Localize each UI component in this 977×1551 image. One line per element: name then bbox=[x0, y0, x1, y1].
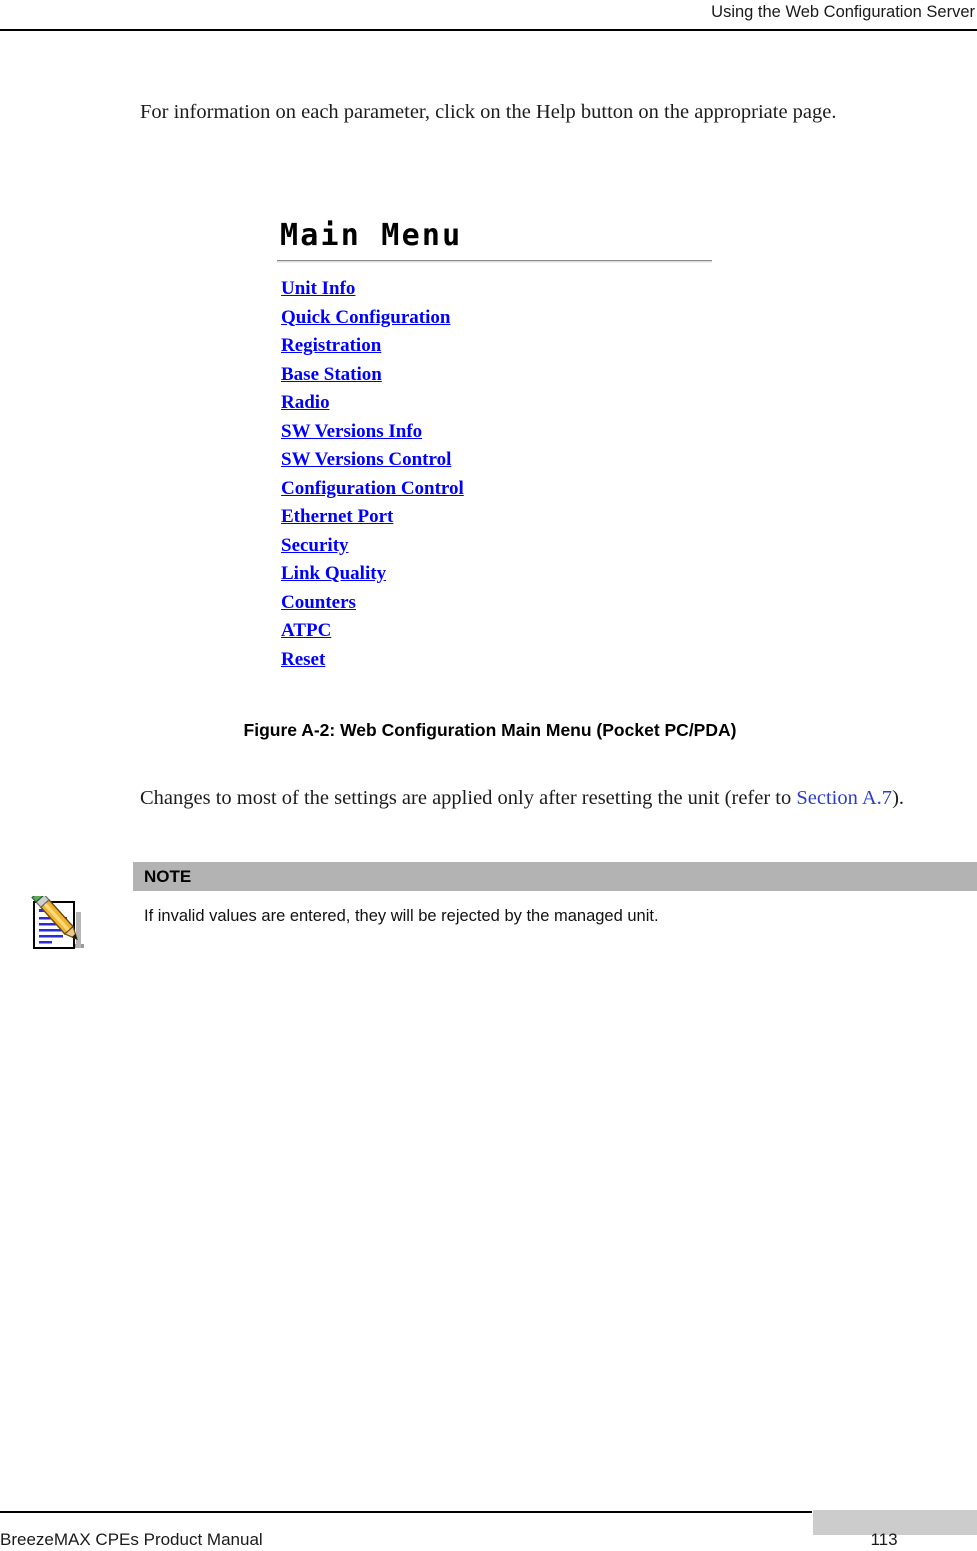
list-item[interactable]: Link Quality bbox=[281, 560, 717, 589]
reset-paragraph-text-before: Changes to most of the settings are appl… bbox=[140, 786, 797, 809]
list-item[interactable]: SW Versions Info bbox=[281, 418, 717, 447]
list-item[interactable]: Unit Info bbox=[281, 275, 717, 304]
menu-link-counters[interactable]: Counters bbox=[281, 592, 356, 613]
page-header: Using the Web Configuration Server bbox=[0, 0, 977, 32]
menu-link-quick-configuration[interactable]: Quick Configuration bbox=[281, 307, 450, 328]
list-item[interactable]: Registration bbox=[281, 332, 717, 361]
main-menu-heading: Main Menu bbox=[280, 218, 463, 253]
list-item[interactable]: Radio bbox=[281, 389, 717, 418]
menu-link-ethernet-port[interactable]: Ethernet Port bbox=[281, 506, 393, 527]
main-menu-list: Unit Info Quick Configuration Registrati… bbox=[281, 275, 717, 674]
list-item[interactable]: ATPC bbox=[281, 617, 717, 646]
footer-page-number: 113 bbox=[870, 1530, 898, 1549]
list-item[interactable]: Quick Configuration bbox=[281, 304, 717, 333]
reset-paragraph-text-after: ). bbox=[892, 786, 905, 809]
menu-link-base-station[interactable]: Base Station bbox=[281, 364, 382, 385]
menu-link-atpc[interactable]: ATPC bbox=[281, 620, 331, 641]
footer-divider-rule bbox=[0, 1511, 812, 1513]
list-item[interactable]: Ethernet Port bbox=[281, 503, 717, 532]
menu-link-reset[interactable]: Reset bbox=[281, 649, 325, 670]
menu-link-unit-info[interactable]: Unit Info bbox=[281, 278, 355, 299]
menu-link-radio[interactable]: Radio bbox=[281, 392, 330, 413]
menu-link-security[interactable]: Security bbox=[281, 535, 349, 556]
note-label: NOTE bbox=[144, 867, 192, 886]
list-item[interactable]: Security bbox=[281, 532, 717, 561]
list-item[interactable]: Base Station bbox=[281, 361, 717, 390]
menu-link-link-quality[interactable]: Link Quality bbox=[281, 563, 386, 584]
intro-paragraph: For information on each parameter, click… bbox=[140, 100, 837, 123]
figure-caption: Figure A-2: Web Configuration Main Menu … bbox=[243, 720, 737, 740]
note-admonition: NOTE If invalid values are entered, they… bbox=[0, 862, 977, 952]
list-item[interactable]: Configuration Control bbox=[281, 475, 717, 504]
footer-manual-title: BreezeMAX CPEs Product Manual bbox=[0, 1530, 263, 1549]
reset-paragraph: Changes to most of the settings are appl… bbox=[140, 781, 970, 815]
note-pencil-icon bbox=[28, 889, 88, 958]
menu-link-registration[interactable]: Registration bbox=[281, 335, 381, 356]
note-body-text: If invalid values are entered, they will… bbox=[144, 907, 659, 925]
web-configuration-screenshot: Main Menu Unit Info Quick Configuration … bbox=[277, 219, 717, 674]
menu-link-sw-versions-control[interactable]: SW Versions Control bbox=[281, 449, 451, 470]
page-header-title: Using the Web Configuration Server bbox=[711, 3, 975, 21]
list-item[interactable]: SW Versions Control bbox=[281, 446, 717, 475]
menu-link-sw-versions-info[interactable]: SW Versions Info bbox=[281, 421, 422, 442]
main-menu-divider bbox=[277, 260, 712, 263]
header-divider-rule bbox=[0, 29, 977, 31]
list-item[interactable]: Counters bbox=[281, 589, 717, 618]
page-footer: BreezeMAX CPEs Product Manual 113 bbox=[0, 1502, 977, 1551]
note-header-band: NOTE bbox=[133, 862, 977, 891]
list-item[interactable]: Reset bbox=[281, 646, 717, 675]
menu-link-configuration-control[interactable]: Configuration Control bbox=[281, 478, 464, 499]
cross-reference-link-section-a7[interactable]: Section A.7 bbox=[796, 787, 892, 809]
